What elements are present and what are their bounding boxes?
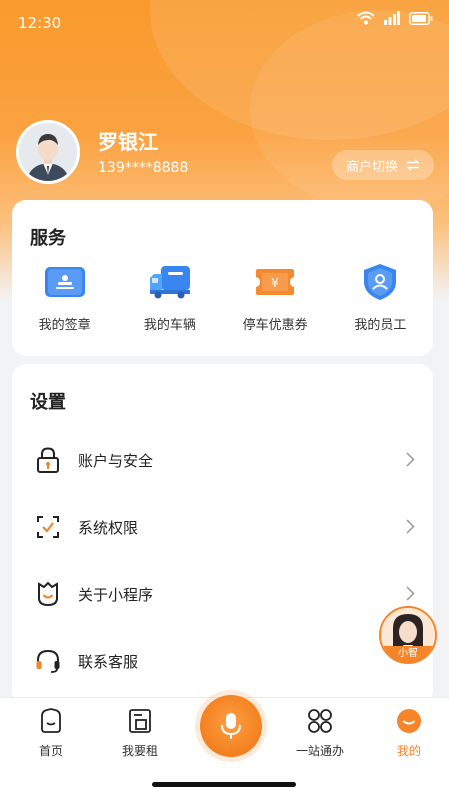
service-label: 我的签章 [38, 318, 91, 333]
profile-smile-icon [397, 709, 421, 733]
settings-item-about[interactable]: 关于小程序 [12, 574, 433, 614]
switch-merchant-button[interactable]: 商户切换 [331, 150, 434, 180]
tab-mine[interactable]: 我的 [369, 708, 449, 759]
service-item-vehicle[interactable]: 我的车辆 [117, 262, 222, 333]
status-icons [357, 11, 433, 25]
settings-item-label: 联系客服 [78, 652, 139, 671]
assistant-button[interactable]: 小智 [379, 606, 437, 664]
tab-label: 我要租 [121, 744, 158, 758]
tab-label: 首页 [38, 744, 63, 758]
tab-one-stop-service[interactable]: 一站通办 [280, 708, 360, 759]
settings-item-customer-service[interactable]: 联系客服 [12, 641, 433, 681]
smile-badge-icon [34, 580, 62, 608]
staff-shield-icon [358, 262, 402, 302]
voice-button[interactable] [200, 695, 262, 757]
coupon-icon: ¥ [253, 262, 297, 302]
rent-icon [129, 709, 151, 733]
permission-check-icon [34, 513, 62, 541]
tab-home[interactable]: 首页 [11, 708, 91, 759]
battery-icon [409, 11, 433, 25]
truck-icon [148, 262, 192, 302]
chevron-right-icon [406, 586, 415, 601]
settings-item-label: 关于小程序 [78, 585, 154, 604]
tab-label: 我的 [396, 744, 421, 758]
tab-rent[interactable]: 我要租 [100, 708, 180, 759]
services-card: 服务 我的签章 我的车辆 ¥ 停车优惠券 我的员工 [12, 200, 433, 356]
user-name: 罗银江 [98, 130, 158, 154]
headset-icon [34, 647, 62, 675]
home-icon [41, 708, 61, 733]
services-grid: 我的签章 我的车辆 ¥ 停车优惠券 我的员工 [12, 262, 433, 333]
assistant-label: 小智 [381, 646, 435, 662]
profile-section: 罗银江 139****8888 商户切换 [16, 120, 434, 186]
switch-merchant-label: 商户切换 [345, 159, 398, 175]
service-item-coupon[interactable]: ¥ 停车优惠券 [223, 262, 328, 333]
wifi-icon [357, 11, 375, 25]
settings-item-label: 账户与安全 [78, 451, 154, 470]
swap-icon [406, 159, 420, 171]
grid-apps-icon [308, 709, 332, 733]
settings-item-permissions[interactable]: 系统权限 [12, 507, 433, 547]
tab-label: 一站通办 [295, 744, 344, 758]
settings-item-account-security[interactable]: 账户与安全 [12, 440, 433, 480]
service-item-seal[interactable]: 我的签章 [12, 262, 117, 333]
settings-item-label: 系统权限 [78, 518, 139, 537]
svg-text:¥: ¥ [271, 276, 279, 290]
lock-icon [34, 446, 62, 474]
service-label: 我的员工 [354, 318, 407, 333]
signal-icon [384, 11, 400, 25]
seal-icon [43, 262, 87, 302]
home-indicator [152, 782, 296, 787]
user-phone: 139****8888 [98, 160, 189, 176]
service-label: 停车优惠券 [242, 318, 308, 333]
service-label: 我的车辆 [143, 318, 196, 333]
avatar[interactable] [16, 120, 80, 184]
settings-card: 设置 账户与安全 系统权限 关于小程序 联系客服 [12, 364, 433, 704]
chevron-right-icon [406, 519, 415, 534]
status-time: 12:30 [18, 14, 62, 32]
user-avatar-icon [19, 123, 77, 181]
microphone-icon [221, 713, 241, 739]
chevron-right-icon [406, 452, 415, 467]
service-item-staff[interactable]: 我的员工 [328, 262, 433, 333]
status-bar: 12:30 [0, 0, 449, 44]
services-title: 服务 [30, 228, 66, 249]
settings-title: 设置 [30, 392, 66, 413]
